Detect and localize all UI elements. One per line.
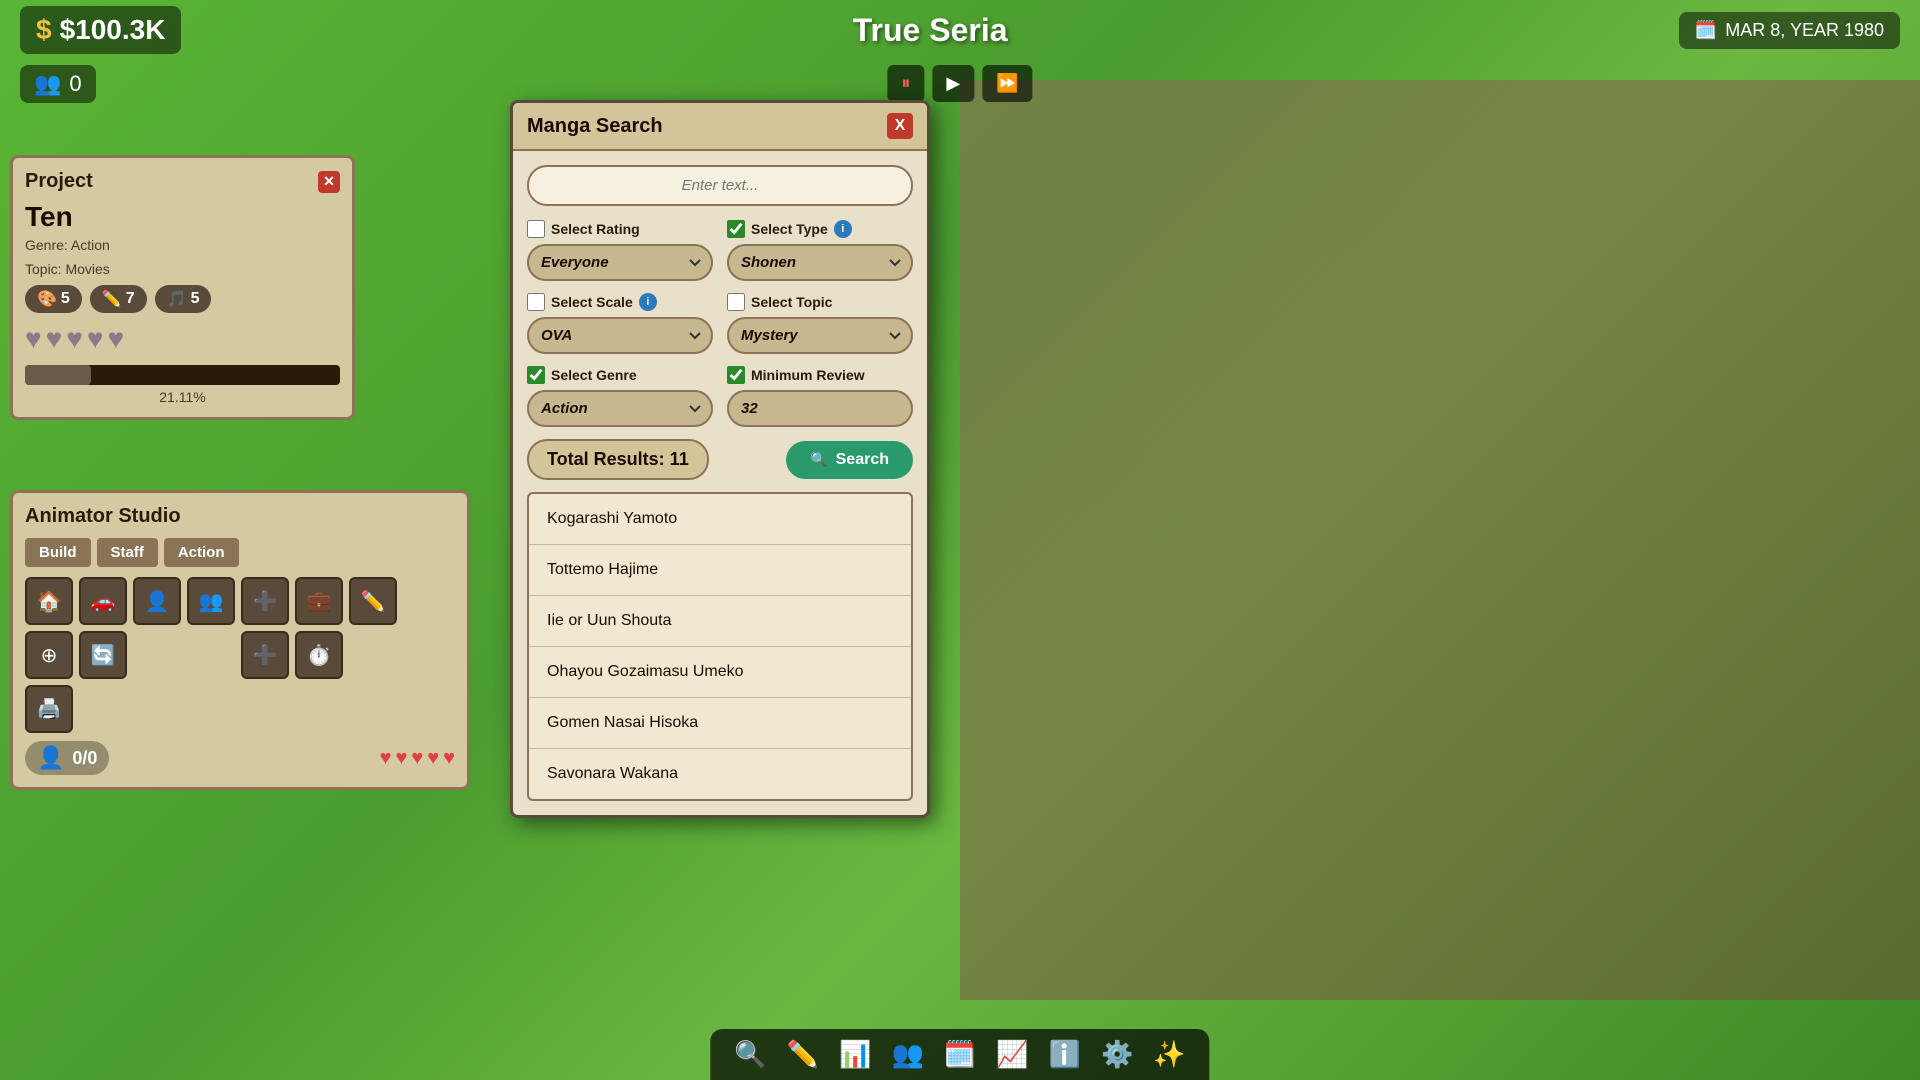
filter-minreview-col: Minimum Review [727, 366, 913, 427]
filter-rating-label: Select Rating [551, 221, 640, 237]
result-item-1[interactable]: Tottemo Hajime [529, 545, 911, 596]
filter-genre-checkbox[interactable] [527, 366, 545, 384]
scale-info-badge[interactable]: i [639, 293, 657, 311]
filter-genre-label: Select Genre [551, 367, 637, 383]
filter-rating-col: Select Rating Everyone Teen Mature [527, 220, 713, 281]
filter-scale-col: Select Scale i OVA Series Movie [527, 293, 713, 354]
filter-minreview-label: Minimum Review [751, 367, 865, 383]
result-item-2[interactable]: Iie or Uun Shouta [529, 596, 911, 647]
filter-type-label: Select Type [751, 221, 828, 237]
search-text-input[interactable] [527, 165, 913, 206]
results-list[interactable]: Kogarashi Yamoto Tottemo Hajime Iie or U… [527, 492, 913, 801]
filter-type-col: Select Type i Shonen Shoujo Seinen Josei [727, 220, 913, 281]
filter-type-select[interactable]: Shonen Shoujo Seinen Josei [727, 244, 913, 281]
filter-row-3: Select Genre Action Comedy Drama Horror … [527, 366, 913, 427]
filter-topic-col: Select Topic Mystery Action Romance Come… [727, 293, 913, 354]
result-item-3[interactable]: Ohayou Gozaimasu Umeko [529, 647, 911, 698]
filter-genre-label-row: Select Genre [527, 366, 713, 384]
search-button-label: Search [836, 451, 889, 469]
filter-row-1: Select Rating Everyone Teen Mature Selec… [527, 220, 913, 281]
filter-rating-checkbox[interactable] [527, 220, 545, 238]
filter-minreview-label-row: Minimum Review [727, 366, 913, 384]
manga-search-dialog: Manga Search X Select Rating Everyone Te… [510, 100, 930, 818]
dialog-titlebar: Manga Search X [513, 103, 927, 151]
filter-topic-label: Select Topic [751, 294, 832, 310]
result-item-4[interactable]: Gomen Nasai Hisoka [529, 698, 911, 749]
dialog-body: Select Rating Everyone Teen Mature Selec… [513, 151, 927, 815]
filter-type-checkbox[interactable] [727, 220, 745, 238]
total-results-badge: Total Results: 11 [527, 439, 709, 480]
filter-scale-select[interactable]: OVA Series Movie [527, 317, 713, 354]
filter-minreview-input[interactable] [727, 390, 913, 427]
filter-rating-select[interactable]: Everyone Teen Mature [527, 244, 713, 281]
filter-scale-checkbox[interactable] [527, 293, 545, 311]
result-item-5[interactable]: Savonara Wakana [529, 749, 911, 799]
result-item-0[interactable]: Kogarashi Yamoto [529, 494, 911, 545]
filter-rating-label-row: Select Rating [527, 220, 713, 238]
type-info-badge[interactable]: i [834, 220, 852, 238]
dialog-title: Manga Search [527, 115, 663, 138]
filter-minreview-checkbox[interactable] [727, 366, 745, 384]
filter-topic-label-row: Select Topic [727, 293, 913, 311]
filter-type-label-row: Select Type i [727, 220, 913, 238]
filter-genre-col: Select Genre Action Comedy Drama Horror [527, 366, 713, 427]
filter-topic-checkbox[interactable] [727, 293, 745, 311]
filter-scale-label-row: Select Scale i [527, 293, 713, 311]
filter-scale-label: Select Scale [551, 294, 633, 310]
results-search-row: Total Results: 11 Search [527, 439, 913, 480]
dialog-close-button[interactable]: X [887, 113, 913, 139]
search-button[interactable]: Search [786, 441, 913, 479]
filter-row-2: Select Scale i OVA Series Movie Select T… [527, 293, 913, 354]
filter-topic-select[interactable]: Mystery Action Romance Comedy [727, 317, 913, 354]
dialog-overlay: Manga Search X Select Rating Everyone Te… [0, 0, 1920, 1080]
filter-genre-select[interactable]: Action Comedy Drama Horror [527, 390, 713, 427]
